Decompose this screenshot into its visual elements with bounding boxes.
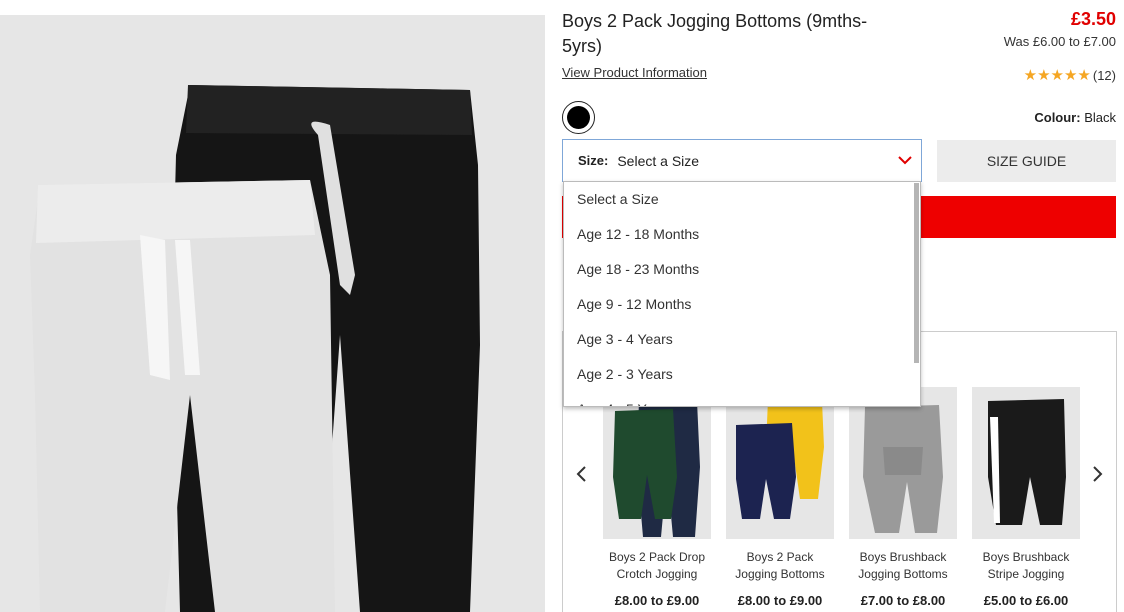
view-product-information-link[interactable]: View Product Information: [562, 65, 707, 80]
size-select[interactable]: Size: Select a Size: [562, 139, 922, 182]
recommendation-image[interactable]: [849, 387, 957, 539]
recommendation-price: £8.00 to £9.00: [614, 593, 700, 608]
recommendation-name[interactable]: Boys 2 Pack Jogging Bottoms: [726, 549, 834, 585]
size-guide-button[interactable]: SIZE GUIDE: [937, 140, 1116, 182]
recommendation-name[interactable]: Boys Brushback Jogging Bottoms: [849, 549, 957, 585]
dropdown-scrollbar[interactable]: [914, 183, 919, 363]
product-image[interactable]: [0, 15, 545, 612]
size-option[interactable]: Select a Size: [564, 182, 920, 217]
chevron-right-icon[interactable]: [1090, 465, 1104, 483]
size-option[interactable]: Age 4 - 5 Years: [564, 392, 920, 406]
recommendation-image[interactable]: [603, 387, 711, 539]
size-option[interactable]: Age 18 - 23 Months: [564, 252, 920, 287]
colour-swatch-black[interactable]: [562, 101, 595, 134]
recommendation-image[interactable]: [726, 387, 834, 539]
size-option[interactable]: Age 9 - 12 Months: [564, 287, 920, 322]
chevron-down-icon: [898, 156, 912, 165]
star-rating-icon: ★★★★★: [1023, 67, 1091, 84]
swatch-color: [567, 106, 590, 129]
size-option[interactable]: Age 12 - 18 Months: [564, 217, 920, 252]
size-option[interactable]: Age 3 - 4 Years: [564, 322, 920, 357]
recommendation-card[interactable]: Boys 2 Pack Jogging Bottoms £8.00 to £9.…: [726, 387, 834, 608]
recommendation-name[interactable]: Boys 2 Pack Drop Crotch Jogging: [603, 549, 711, 585]
product-title: Boys 2 Pack Jogging Bottoms (9mths-5yrs): [562, 11, 868, 56]
product-price: £3.50: [1070, 9, 1116, 29]
colour-value: Black: [1084, 110, 1116, 125]
chevron-left-icon[interactable]: [575, 465, 589, 483]
colour-label: Colour:: [1034, 110, 1081, 125]
recommendation-name[interactable]: Boys Brushback Stripe Jogging: [972, 549, 1080, 585]
size-selected-value: Select a Size: [617, 152, 700, 169]
size-option[interactable]: Age 2 - 3 Years: [564, 357, 920, 392]
recommendation-card[interactable]: Boys Brushback Jogging Bottoms £7.00 to …: [849, 387, 957, 608]
rating[interactable]: ★★★★★ (12): [1024, 66, 1116, 84]
recommendation-price: £7.00 to £8.00: [860, 593, 946, 608]
colour-indicator: Colour: Black: [1034, 110, 1116, 125]
size-dropdown-list[interactable]: Select a Size Age 12 - 18 Months Age 18 …: [563, 181, 921, 407]
was-price: Was £6.00 to £7.00: [1003, 34, 1116, 49]
recommendation-price: £8.00 to £9.00: [737, 593, 823, 608]
recommendation-card[interactable]: Boys 2 Pack Drop Crotch Jogging £8.00 to…: [603, 387, 711, 608]
recommendation-card[interactable]: Boys Brushback Stripe Jogging £5.00 to £…: [972, 387, 1080, 608]
size-label: Size:: [578, 153, 609, 168]
review-count: (12): [1092, 67, 1116, 83]
recommendation-price: £5.00 to £6.00: [983, 593, 1069, 608]
recommendation-image[interactable]: [972, 387, 1080, 539]
